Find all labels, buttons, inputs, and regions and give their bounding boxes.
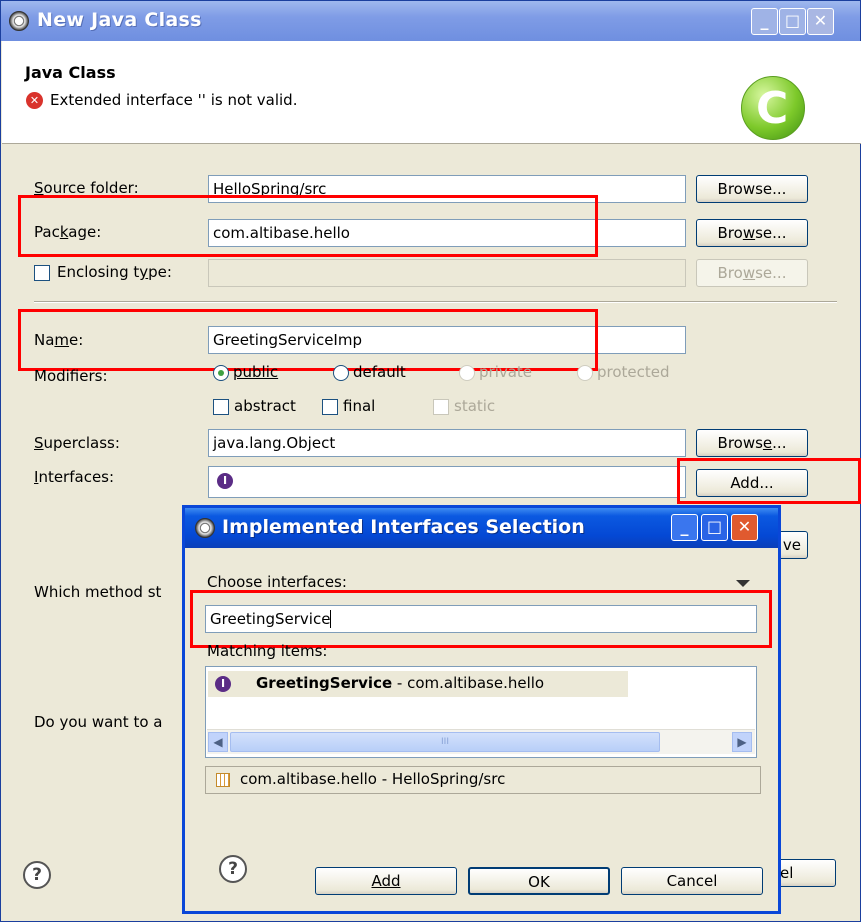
close-button[interactable]: ✕ <box>807 8 834 35</box>
header-title: Java Class <box>25 63 116 82</box>
minimize-button[interactable]: _ <box>751 8 778 35</box>
method-stubs-label: Which method st <box>34 583 162 601</box>
scroll-right-arrow[interactable]: ▶ <box>732 732 752 752</box>
superclass-browse-button[interactable]: Browse... <box>696 429 808 457</box>
modifiers-label: Modifiers: <box>34 367 108 385</box>
filter-highlight <box>190 590 772 648</box>
interfaces-list[interactable]: I <box>208 466 686 498</box>
list-item[interactable]: I GreetingService - com.altibase.hello <box>208 671 628 697</box>
package-browse-button[interactable]: Browse... <box>696 219 808 247</box>
package-highlight <box>18 195 598 257</box>
scroll-left-arrow[interactable]: ◀ <box>208 732 228 752</box>
list-item-name: GreetingService <box>256 674 393 692</box>
dialog-minimize-button[interactable]: _ <box>671 514 698 541</box>
horizontal-scrollbar[interactable]: ◀ III ▶ <box>207 729 755 754</box>
status-text: com.altibase.hello - HelloSpring/src <box>240 770 506 788</box>
maximize-button[interactable]: □ <box>779 8 806 35</box>
help-icon[interactable]: ? <box>219 855 247 883</box>
dialog-title: Implemented Interfaces Selection <box>222 516 585 538</box>
private-radio[interactable] <box>459 365 475 381</box>
superclass-label: Superclass: <box>34 434 120 452</box>
add-button[interactable]: Add <box>315 867 457 895</box>
static-checkbox[interactable] <box>433 399 449 415</box>
interface-icon: I <box>217 473 233 489</box>
help-icon[interactable]: ? <box>23 861 51 889</box>
window-titlebar[interactable]: New Java Class _ □ ✕ <box>1 1 860 41</box>
add-comments-label: Do you want to a <box>34 713 163 731</box>
status-bar: com.altibase.hello - HelloSpring/src <box>205 766 761 794</box>
enclosing-type-browse-button[interactable]: Browse... <box>696 259 808 287</box>
interfaces-label: Interfaces: <box>34 468 115 486</box>
separator <box>34 301 837 303</box>
eclipse-icon <box>9 11 29 31</box>
abstract-label: abstract <box>234 397 296 415</box>
package-icon <box>216 773 230 787</box>
choose-interfaces-label: Choose interfaces: <box>207 573 347 591</box>
add-button-highlight <box>677 458 861 504</box>
default-label: default <box>353 363 406 381</box>
final-checkbox[interactable] <box>322 399 338 415</box>
error-message: Extended interface '' is not valid. <box>50 91 298 109</box>
cancel-button[interactable]: Cancel <box>621 867 763 895</box>
source-folder-browse-button[interactable]: Browse... <box>696 175 808 203</box>
view-menu-icon[interactable] <box>736 580 750 587</box>
error-icon: ✕ <box>26 92 43 109</box>
eclipse-icon <box>195 518 215 538</box>
implemented-interfaces-dialog: Implemented Interfaces Selection _ □ ✕ C… <box>182 505 781 914</box>
superclass-field[interactable]: java.lang.Object <box>208 429 686 457</box>
window-title: New Java Class <box>37 9 202 31</box>
protected-label: protected <box>597 363 670 381</box>
abstract-checkbox[interactable] <box>213 399 229 415</box>
matching-items-label: Matching items: <box>207 642 328 660</box>
enclosing-type-label: Enclosing type: <box>57 263 172 281</box>
interface-icon: I <box>215 676 231 692</box>
private-label: private <box>479 363 533 381</box>
enclosing-type-checkbox[interactable] <box>34 265 50 281</box>
public-label: public <box>233 363 279 381</box>
wizard-header: Java Class ✕ Extended interface '' is no… <box>2 41 861 144</box>
dialog-close-button[interactable]: ✕ <box>731 514 758 541</box>
protected-radio[interactable] <box>577 365 593 381</box>
dialog-maximize-button[interactable]: □ <box>701 514 728 541</box>
scroll-thumb[interactable]: III <box>230 732 660 752</box>
list-item-package: - com.altibase.hello <box>392 674 545 692</box>
java-class-wizard-icon: C <box>741 76 805 140</box>
public-radio[interactable] <box>213 365 229 381</box>
ok-button[interactable]: OK <box>468 867 610 895</box>
matching-items-list[interactable]: I GreetingService - com.altibase.hello ◀… <box>205 666 757 758</box>
final-label: final <box>343 397 376 415</box>
enclosing-type-field[interactable] <box>208 259 686 287</box>
static-label: static <box>454 397 496 415</box>
dialog-titlebar[interactable]: Implemented Interfaces Selection _ □ ✕ <box>185 508 778 548</box>
default-radio[interactable] <box>333 365 349 381</box>
name-highlight <box>18 309 598 371</box>
